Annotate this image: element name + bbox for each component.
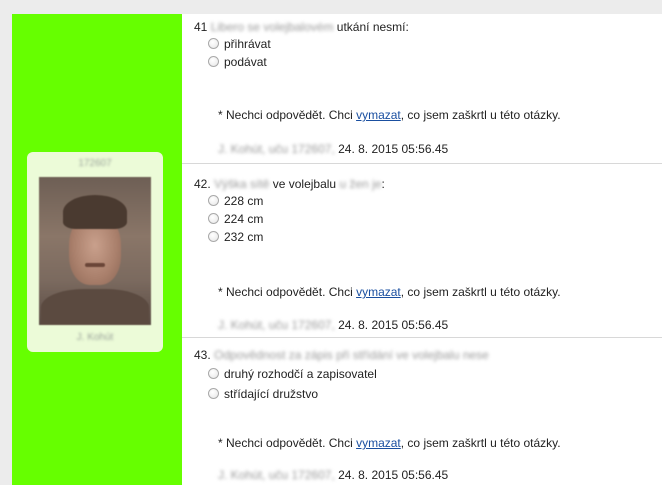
option-label: 228 cm xyxy=(224,194,264,208)
question-text-blurred: Libero se volejbalovém xyxy=(210,20,334,34)
question-number: 43. xyxy=(194,348,211,362)
question-header: 42. Výška sítě ve volejbalu u žen je: xyxy=(194,177,385,191)
photo-hair xyxy=(63,195,127,229)
answer-stamp: J. Kohút, uču 172607, 24. 8. 2015 05:56.… xyxy=(218,468,448,482)
radio-button[interactable] xyxy=(208,195,219,206)
answer-option[interactable]: druhý rozhodčí a zapisovatel xyxy=(208,367,377,381)
photo-shoulders xyxy=(41,289,149,325)
answer-option[interactable]: střídající družstvo xyxy=(208,387,319,401)
option-label: 232 cm xyxy=(224,230,264,244)
skip-note: * Nechci odpovědět. Chci vymazat, co jse… xyxy=(218,108,561,122)
answer-option[interactable]: 228 cm xyxy=(208,194,264,208)
note-prefix: * Nechci odpovědět. Chci xyxy=(218,436,357,450)
clear-answer-link[interactable]: vymazat xyxy=(356,436,401,450)
skip-note: * Nechci odpovědět. Chci vymazat, co jse… xyxy=(218,285,561,299)
question-divider xyxy=(182,337,662,338)
question-header: 41 Libero se volejbalovém utkání nesmí: xyxy=(194,20,409,34)
question-header: 43. Odpovědnost za zápis při střídání ve… xyxy=(194,348,489,362)
question-number: 41 xyxy=(194,20,208,34)
answer-option[interactable]: 232 cm xyxy=(208,230,264,244)
sidebar: 172607 J. Kohút xyxy=(12,14,182,485)
question-text-blurred-2: u žen je xyxy=(339,177,382,191)
radio-button[interactable] xyxy=(208,388,219,399)
option-label: přihrávat xyxy=(224,37,271,51)
student-id-number: 172607 xyxy=(78,158,112,169)
stamp-timestamp: 24. 8. 2015 05:56.45 xyxy=(338,318,449,332)
student-name: J. Kohút xyxy=(76,332,114,343)
note-suffix: , co jsem zaškrtl u této otázky. xyxy=(400,285,561,299)
question-text: ve volejbalu xyxy=(272,177,337,191)
student-photo xyxy=(39,177,151,325)
answer-option[interactable]: 224 cm xyxy=(208,212,264,226)
skip-note: * Nechci odpovědět. Chci vymazat, co jse… xyxy=(218,436,561,450)
stamp-user-blurred: J. Kohút, uču 172607, xyxy=(218,468,335,482)
clear-answer-link[interactable]: vymazat xyxy=(356,108,401,122)
option-label: druhý rozhodčí a zapisovatel xyxy=(224,367,377,381)
question-colon: : xyxy=(381,177,385,191)
quiz-frame: 172607 J. Kohút 41 Libero se volejbalové… xyxy=(12,14,662,485)
option-label: 224 cm xyxy=(224,212,264,226)
question-number: 42. xyxy=(194,177,211,191)
radio-button[interactable] xyxy=(208,231,219,242)
clear-answer-link[interactable]: vymazat xyxy=(356,285,401,299)
radio-button[interactable] xyxy=(208,38,219,49)
note-prefix: * Nechci odpovědět. Chci xyxy=(218,285,357,299)
note-prefix: * Nechci odpovědět. Chci xyxy=(218,108,357,122)
option-label: podávat xyxy=(224,55,267,69)
question-text: utkání nesmí: xyxy=(336,20,409,34)
stamp-timestamp: 24. 8. 2015 05:56.45 xyxy=(338,142,449,156)
stamp-timestamp: 24. 8. 2015 05:56.45 xyxy=(338,468,449,482)
note-suffix: , co jsem zaškrtl u této otázky. xyxy=(400,108,561,122)
option-label: střídající družstvo xyxy=(224,387,319,401)
answer-option[interactable]: přihrávat xyxy=(208,37,271,51)
note-suffix: , co jsem zaškrtl u této otázky. xyxy=(400,436,561,450)
radio-button[interactable] xyxy=(208,56,219,67)
stamp-user-blurred: J. Kohút, uču 172607, xyxy=(218,142,335,156)
question-text-blurred: Odpovědnost za zápis při střídání ve vol… xyxy=(214,348,489,362)
question-text-blurred: Výška sítě xyxy=(214,177,270,191)
photo-mouth xyxy=(85,263,105,267)
radio-button[interactable] xyxy=(208,368,219,379)
answer-option[interactable]: podávat xyxy=(208,55,267,69)
student-id-card: 172607 J. Kohút xyxy=(27,152,163,352)
radio-button[interactable] xyxy=(208,213,219,224)
answer-stamp: J. Kohút, uču 172607, 24. 8. 2015 05:56.… xyxy=(218,142,448,156)
answer-stamp: J. Kohút, uču 172607, 24. 8. 2015 05:56.… xyxy=(218,318,448,332)
question-divider xyxy=(182,163,662,164)
stamp-user-blurred: J. Kohút, uču 172607, xyxy=(218,318,335,332)
